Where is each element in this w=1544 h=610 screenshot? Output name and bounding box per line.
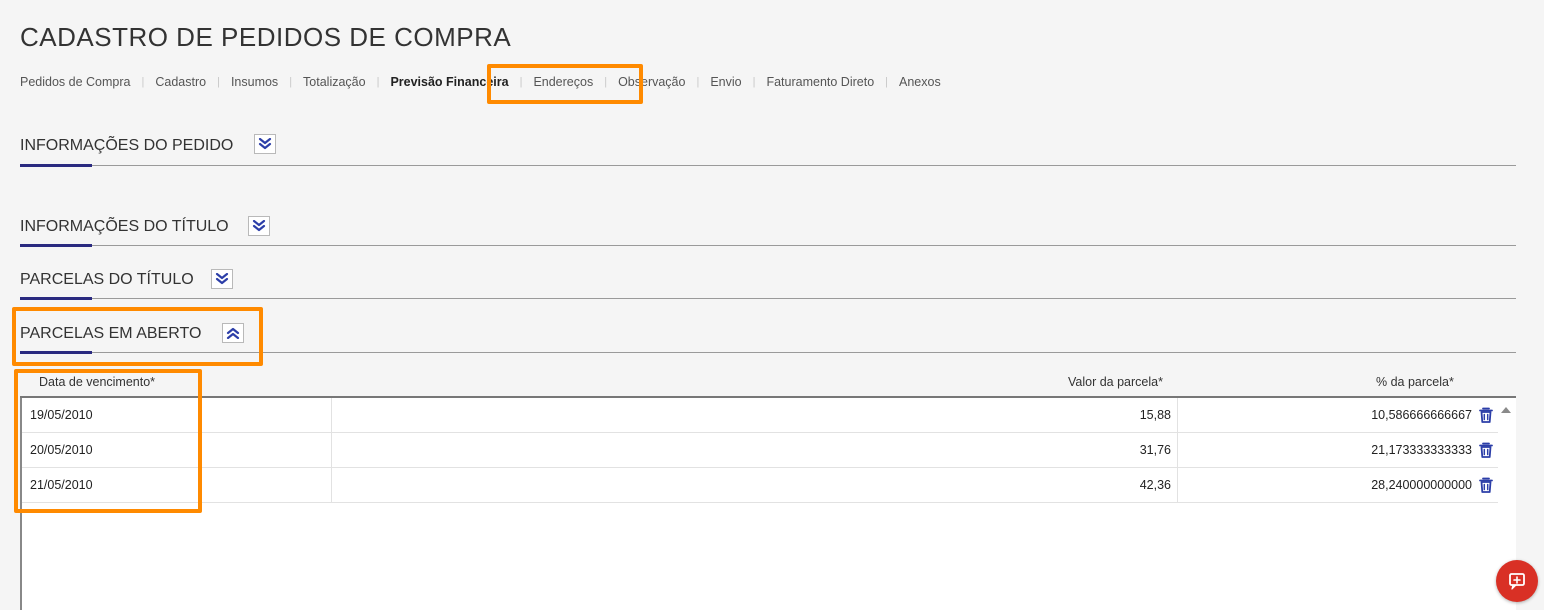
tab-previsao-financeira[interactable]: Previsão Financeira bbox=[390, 75, 508, 89]
section-title: PARCELAS DO TÍTULO bbox=[20, 271, 194, 288]
tab-cadastro[interactable]: Cadastro bbox=[155, 75, 206, 89]
double-chevron-down-icon bbox=[252, 220, 266, 232]
section-informacoes-do-titulo: INFORMAÇÕES DO TÍTULO bbox=[20, 212, 1516, 247]
collapse-section-button[interactable] bbox=[222, 323, 244, 343]
tab-anexos[interactable]: Anexos bbox=[899, 75, 941, 89]
delete-row-button[interactable] bbox=[1476, 475, 1496, 495]
section-underline bbox=[20, 164, 92, 167]
tab-separator: | bbox=[141, 76, 145, 88]
expand-section-button[interactable] bbox=[211, 269, 233, 289]
percent-cell[interactable]: 10,586666666667 bbox=[1178, 398, 1476, 433]
value-cell[interactable]: 42,36 bbox=[332, 468, 1178, 503]
tab-separator: | bbox=[696, 76, 700, 88]
tab-totalizacao[interactable]: Totalização bbox=[303, 75, 366, 89]
column-header-valor-parcela[interactable]: Valor da parcela* bbox=[1068, 375, 1163, 389]
section-title: INFORMAÇÕES DO TÍTULO bbox=[20, 218, 229, 235]
percent-cell[interactable]: 21,173333333333 bbox=[1178, 433, 1476, 468]
section-underline bbox=[20, 351, 92, 354]
table-row[interactable]: 21/05/2010 42,36 28,240000000000 bbox=[22, 468, 1498, 503]
delete-row-button[interactable] bbox=[1476, 405, 1496, 425]
date-cell[interactable]: 19/05/2010 bbox=[22, 398, 332, 433]
section-underline bbox=[20, 297, 92, 300]
table-row[interactable]: 20/05/2010 31,76 21,173333333333 bbox=[22, 433, 1498, 468]
tab-bar: Pedidos de Compra | Cadastro | Insumos |… bbox=[20, 73, 941, 91]
tab-separator: | bbox=[289, 76, 293, 88]
grid-body: 19/05/2010 15,88 10,586666666667 20/05/2… bbox=[20, 398, 1516, 610]
tab-envio[interactable]: Envio bbox=[710, 75, 741, 89]
trash-icon bbox=[1479, 477, 1493, 493]
expand-section-button[interactable] bbox=[254, 134, 276, 154]
column-header-data-vencimento[interactable]: Data de vencimento* bbox=[39, 375, 155, 389]
date-cell[interactable]: 21/05/2010 bbox=[22, 468, 332, 503]
tab-separator: | bbox=[376, 76, 380, 88]
double-chevron-down-icon bbox=[258, 138, 272, 150]
value-cell[interactable]: 31,76 bbox=[332, 433, 1178, 468]
double-chevron-down-icon bbox=[215, 273, 229, 285]
tab-separator: | bbox=[519, 76, 523, 88]
tab-pedidos-de-compra[interactable]: Pedidos de Compra bbox=[20, 75, 130, 89]
tab-separator: | bbox=[604, 76, 608, 88]
tab-observacao[interactable]: Observação bbox=[618, 75, 685, 89]
feedback-button[interactable] bbox=[1496, 560, 1538, 602]
section-underline bbox=[20, 244, 92, 247]
grid-header: Data de vencimento* Valor da parcela* % … bbox=[20, 366, 1516, 398]
tab-separator: | bbox=[752, 76, 756, 88]
percent-cell[interactable]: 28,240000000000 bbox=[1178, 468, 1476, 503]
tab-faturamento-direto[interactable]: Faturamento Direto bbox=[766, 75, 874, 89]
tab-insumos[interactable]: Insumos bbox=[231, 75, 278, 89]
scroll-up-button[interactable] bbox=[1500, 403, 1512, 415]
double-chevron-up-icon bbox=[226, 327, 240, 339]
table-row[interactable]: 19/05/2010 15,88 10,586666666667 bbox=[22, 398, 1498, 433]
feedback-icon bbox=[1509, 573, 1525, 590]
section-title: INFORMAÇÕES DO PEDIDO bbox=[20, 137, 234, 154]
date-cell[interactable]: 20/05/2010 bbox=[22, 433, 332, 468]
tab-enderecos[interactable]: Endereços bbox=[533, 75, 593, 89]
column-header-percentual-parcela[interactable]: % da parcela* bbox=[1376, 375, 1454, 389]
section-parcelas-em-aberto: PARCELAS EM ABERTO bbox=[20, 318, 1516, 354]
delete-row-button[interactable] bbox=[1476, 440, 1496, 460]
triangle-up-icon bbox=[1501, 407, 1511, 413]
page-title: CADASTRO DE PEDIDOS DE COMPRA bbox=[20, 22, 512, 52]
expand-section-button[interactable] bbox=[248, 216, 270, 236]
tab-separator: | bbox=[885, 76, 889, 88]
section-parcelas-do-titulo: PARCELAS DO TÍTULO bbox=[20, 265, 1516, 300]
trash-icon bbox=[1479, 407, 1493, 423]
section-title: PARCELAS EM ABERTO bbox=[20, 325, 202, 342]
section-informacoes-do-pedido: INFORMAÇÕES DO PEDIDO bbox=[20, 132, 1516, 167]
trash-icon bbox=[1479, 442, 1493, 458]
value-cell[interactable]: 15,88 bbox=[332, 398, 1178, 433]
tab-separator: | bbox=[217, 76, 220, 88]
